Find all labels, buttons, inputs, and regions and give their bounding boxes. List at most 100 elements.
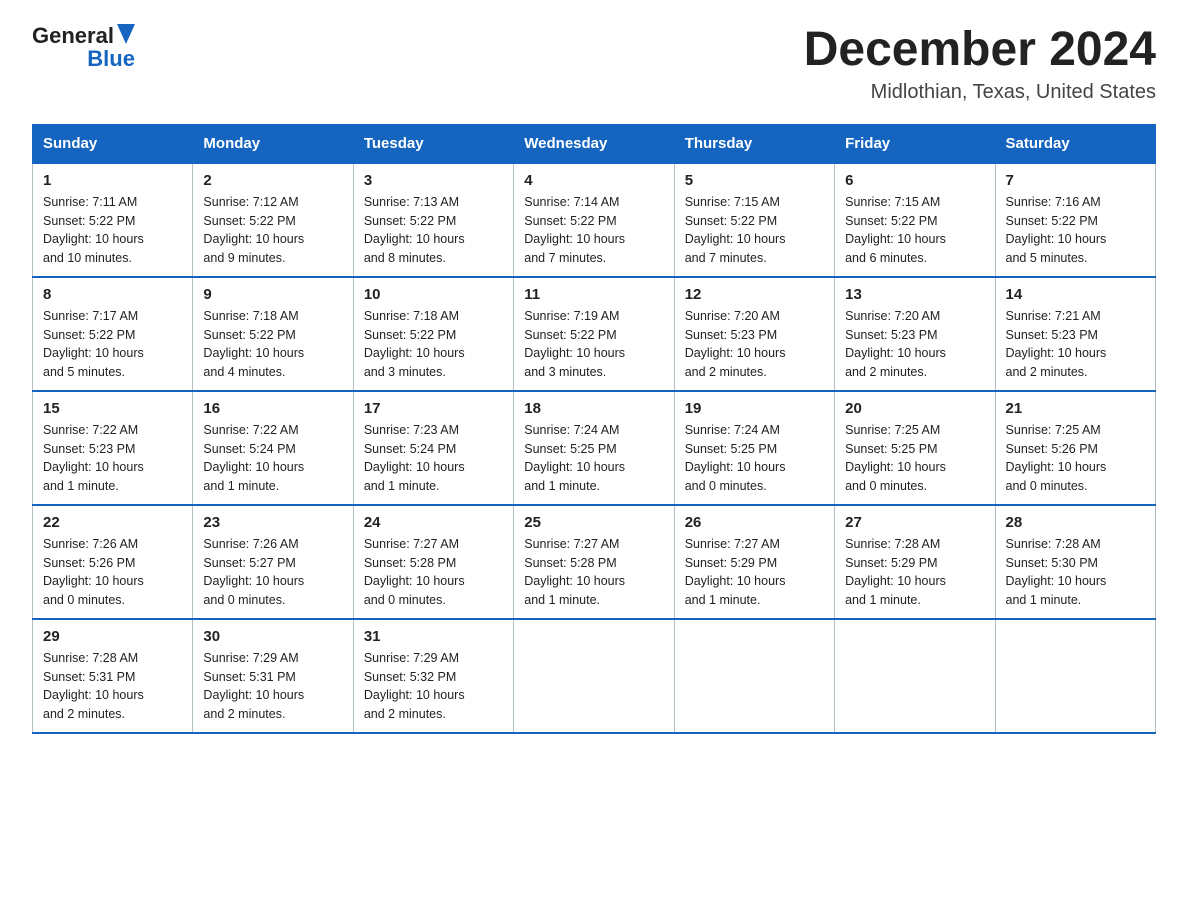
table-row: 25 Sunrise: 7:27 AM Sunset: 5:28 PM Dayl… [514,505,674,619]
day-number: 6 [845,172,984,189]
table-row: 15 Sunrise: 7:22 AM Sunset: 5:23 PM Dayl… [33,391,193,505]
table-row: 13 Sunrise: 7:20 AM Sunset: 5:23 PM Dayl… [835,277,995,391]
day-info: Sunrise: 7:21 AM Sunset: 5:23 PM Dayligh… [1006,307,1145,382]
table-row: 20 Sunrise: 7:25 AM Sunset: 5:25 PM Dayl… [835,391,995,505]
day-info: Sunrise: 7:18 AM Sunset: 5:22 PM Dayligh… [364,307,503,382]
table-row: 24 Sunrise: 7:27 AM Sunset: 5:28 PM Dayl… [353,505,513,619]
day-number: 8 [43,286,182,303]
day-number: 9 [203,286,342,303]
day-info: Sunrise: 7:14 AM Sunset: 5:22 PM Dayligh… [524,193,663,268]
logo-blue: Blue [87,47,135,71]
header-thursday: Thursday [674,124,834,163]
day-number: 5 [685,172,824,189]
day-info: Sunrise: 7:22 AM Sunset: 5:24 PM Dayligh… [203,421,342,496]
day-info: Sunrise: 7:24 AM Sunset: 5:25 PM Dayligh… [524,421,663,496]
table-row: 22 Sunrise: 7:26 AM Sunset: 5:26 PM Dayl… [33,505,193,619]
header-wednesday: Wednesday [514,124,674,163]
day-info: Sunrise: 7:27 AM Sunset: 5:29 PM Dayligh… [685,535,824,610]
table-row: 1 Sunrise: 7:11 AM Sunset: 5:22 PM Dayli… [33,163,193,277]
day-info: Sunrise: 7:17 AM Sunset: 5:22 PM Dayligh… [43,307,182,382]
table-row: 2 Sunrise: 7:12 AM Sunset: 5:22 PM Dayli… [193,163,353,277]
day-number: 3 [364,172,503,189]
table-row: 11 Sunrise: 7:19 AM Sunset: 5:22 PM Dayl… [514,277,674,391]
location-title: Midlothian, Texas, United States [804,81,1156,104]
table-row: 4 Sunrise: 7:14 AM Sunset: 5:22 PM Dayli… [514,163,674,277]
day-info: Sunrise: 7:25 AM Sunset: 5:26 PM Dayligh… [1006,421,1145,496]
day-number: 7 [1006,172,1145,189]
logo-general: General [32,24,114,48]
calendar-week-row: 1 Sunrise: 7:11 AM Sunset: 5:22 PM Dayli… [33,163,1156,277]
day-info: Sunrise: 7:20 AM Sunset: 5:23 PM Dayligh… [845,307,984,382]
day-info: Sunrise: 7:12 AM Sunset: 5:22 PM Dayligh… [203,193,342,268]
table-row: 14 Sunrise: 7:21 AM Sunset: 5:23 PM Dayl… [995,277,1155,391]
day-info: Sunrise: 7:29 AM Sunset: 5:31 PM Dayligh… [203,649,342,724]
day-number: 11 [524,286,663,303]
day-info: Sunrise: 7:27 AM Sunset: 5:28 PM Dayligh… [364,535,503,610]
calendar-table: Sunday Monday Tuesday Wednesday Thursday… [32,124,1156,734]
table-row: 9 Sunrise: 7:18 AM Sunset: 5:22 PM Dayli… [193,277,353,391]
day-info: Sunrise: 7:27 AM Sunset: 5:28 PM Dayligh… [524,535,663,610]
day-info: Sunrise: 7:25 AM Sunset: 5:25 PM Dayligh… [845,421,984,496]
day-info: Sunrise: 7:15 AM Sunset: 5:22 PM Dayligh… [845,193,984,268]
table-row: 31 Sunrise: 7:29 AM Sunset: 5:32 PM Dayl… [353,619,513,733]
calendar-week-row: 15 Sunrise: 7:22 AM Sunset: 5:23 PM Dayl… [33,391,1156,505]
day-number: 29 [43,628,182,645]
day-info: Sunrise: 7:28 AM Sunset: 5:29 PM Dayligh… [845,535,984,610]
table-row: 5 Sunrise: 7:15 AM Sunset: 5:22 PM Dayli… [674,163,834,277]
day-info: Sunrise: 7:13 AM Sunset: 5:22 PM Dayligh… [364,193,503,268]
weekday-header-row: Sunday Monday Tuesday Wednesday Thursday… [33,124,1156,163]
month-title: December 2024 [804,24,1156,77]
day-number: 22 [43,514,182,531]
table-row: 23 Sunrise: 7:26 AM Sunset: 5:27 PM Dayl… [193,505,353,619]
table-row: 3 Sunrise: 7:13 AM Sunset: 5:22 PM Dayli… [353,163,513,277]
day-info: Sunrise: 7:28 AM Sunset: 5:30 PM Dayligh… [1006,535,1145,610]
header-saturday: Saturday [995,124,1155,163]
header-tuesday: Tuesday [353,124,513,163]
day-info: Sunrise: 7:11 AM Sunset: 5:22 PM Dayligh… [43,193,182,268]
day-info: Sunrise: 7:28 AM Sunset: 5:31 PM Dayligh… [43,649,182,724]
day-info: Sunrise: 7:20 AM Sunset: 5:23 PM Dayligh… [685,307,824,382]
header-monday: Monday [193,124,353,163]
table-row: 16 Sunrise: 7:22 AM Sunset: 5:24 PM Dayl… [193,391,353,505]
day-number: 2 [203,172,342,189]
table-row: 30 Sunrise: 7:29 AM Sunset: 5:31 PM Dayl… [193,619,353,733]
day-number: 27 [845,514,984,531]
table-row: 6 Sunrise: 7:15 AM Sunset: 5:22 PM Dayli… [835,163,995,277]
table-row: 18 Sunrise: 7:24 AM Sunset: 5:25 PM Dayl… [514,391,674,505]
day-number: 10 [364,286,503,303]
day-info: Sunrise: 7:24 AM Sunset: 5:25 PM Dayligh… [685,421,824,496]
day-info: Sunrise: 7:22 AM Sunset: 5:23 PM Dayligh… [43,421,182,496]
day-number: 17 [364,400,503,417]
table-row: 29 Sunrise: 7:28 AM Sunset: 5:31 PM Dayl… [33,619,193,733]
header-sunday: Sunday [33,124,193,163]
table-row: 19 Sunrise: 7:24 AM Sunset: 5:25 PM Dayl… [674,391,834,505]
day-number: 30 [203,628,342,645]
table-row [674,619,834,733]
day-number: 20 [845,400,984,417]
day-number: 24 [364,514,503,531]
day-info: Sunrise: 7:19 AM Sunset: 5:22 PM Dayligh… [524,307,663,382]
table-row: 7 Sunrise: 7:16 AM Sunset: 5:22 PM Dayli… [995,163,1155,277]
day-info: Sunrise: 7:29 AM Sunset: 5:32 PM Dayligh… [364,649,503,724]
table-row: 8 Sunrise: 7:17 AM Sunset: 5:22 PM Dayli… [33,277,193,391]
day-info: Sunrise: 7:18 AM Sunset: 5:22 PM Dayligh… [203,307,342,382]
day-info: Sunrise: 7:15 AM Sunset: 5:22 PM Dayligh… [685,193,824,268]
day-number: 12 [685,286,824,303]
day-info: Sunrise: 7:23 AM Sunset: 5:24 PM Dayligh… [364,421,503,496]
title-area: December 2024 Midlothian, Texas, United … [804,24,1156,104]
day-info: Sunrise: 7:26 AM Sunset: 5:27 PM Dayligh… [203,535,342,610]
day-number: 31 [364,628,503,645]
day-number: 14 [1006,286,1145,303]
table-row: 28 Sunrise: 7:28 AM Sunset: 5:30 PM Dayl… [995,505,1155,619]
table-row [514,619,674,733]
day-number: 25 [524,514,663,531]
day-number: 15 [43,400,182,417]
day-number: 4 [524,172,663,189]
table-row: 26 Sunrise: 7:27 AM Sunset: 5:29 PM Dayl… [674,505,834,619]
header: General Blue December 2024 Midlothian, T… [32,24,1156,104]
table-row: 27 Sunrise: 7:28 AM Sunset: 5:29 PM Dayl… [835,505,995,619]
day-number: 1 [43,172,182,189]
logo-arrow-icon [117,24,135,44]
day-number: 26 [685,514,824,531]
calendar-week-row: 22 Sunrise: 7:26 AM Sunset: 5:26 PM Dayl… [33,505,1156,619]
